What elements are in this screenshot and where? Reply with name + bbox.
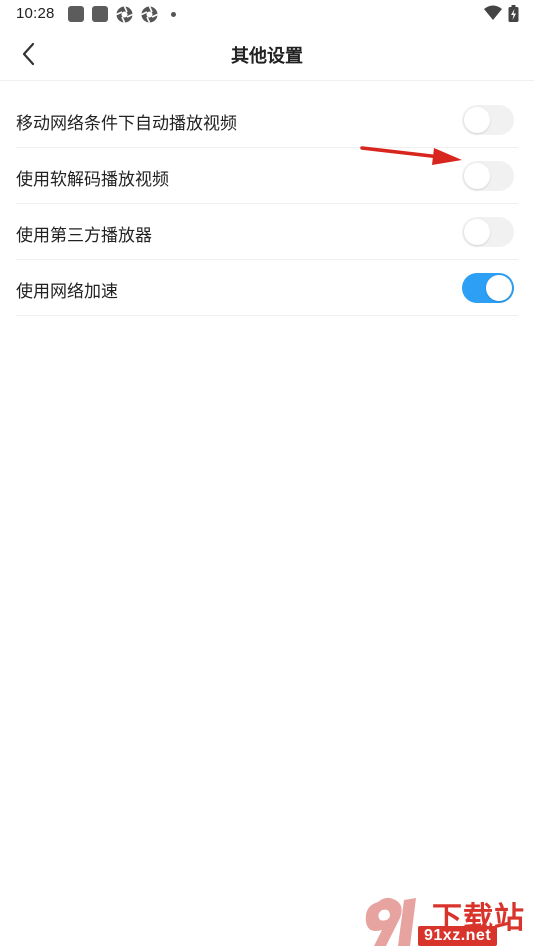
toggle-knob: [486, 275, 512, 301]
soft-decode-toggle[interactable]: [462, 161, 514, 191]
page-title: 其他设置: [231, 46, 303, 66]
status-bar: 10:28: [0, 0, 534, 28]
toggle-knob: [464, 219, 490, 245]
third-party-player-toggle[interactable]: [462, 217, 514, 247]
annotation-arrow-icon: [360, 146, 462, 165]
notification-square-icon: [92, 6, 108, 22]
setting-label: 使用网络加速: [16, 282, 118, 301]
autoplay-mobile-toggle[interactable]: [462, 105, 514, 135]
toggle-knob: [464, 107, 490, 133]
setting-label: 使用软解码播放视频: [16, 170, 169, 189]
setting-row-third-party-player[interactable]: 使用第三方播放器: [16, 204, 518, 260]
aperture-icon: [141, 6, 158, 28]
status-time: 10:28: [16, 5, 55, 22]
setting-label: 移动网络条件下自动播放视频: [16, 114, 237, 133]
notification-square-icon: [68, 6, 84, 22]
settings-list: 移动网络条件下自动播放视频 使用软解码播放视频 使用第三方播放器 使用网络加速: [0, 92, 534, 316]
wifi-icon: [484, 5, 502, 26]
battery-charging-icon: [508, 5, 519, 27]
setting-label: 使用第三方播放器: [16, 226, 152, 245]
dot-icon: [171, 12, 176, 17]
aperture-icon: [116, 6, 133, 28]
watermark-url: 91xz.net: [418, 926, 498, 946]
toggle-knob: [464, 163, 490, 189]
network-acceleration-toggle[interactable]: [462, 273, 514, 303]
setting-row-network-acceleration[interactable]: 使用网络加速: [16, 260, 518, 316]
app-header: 其他设置: [0, 28, 534, 81]
